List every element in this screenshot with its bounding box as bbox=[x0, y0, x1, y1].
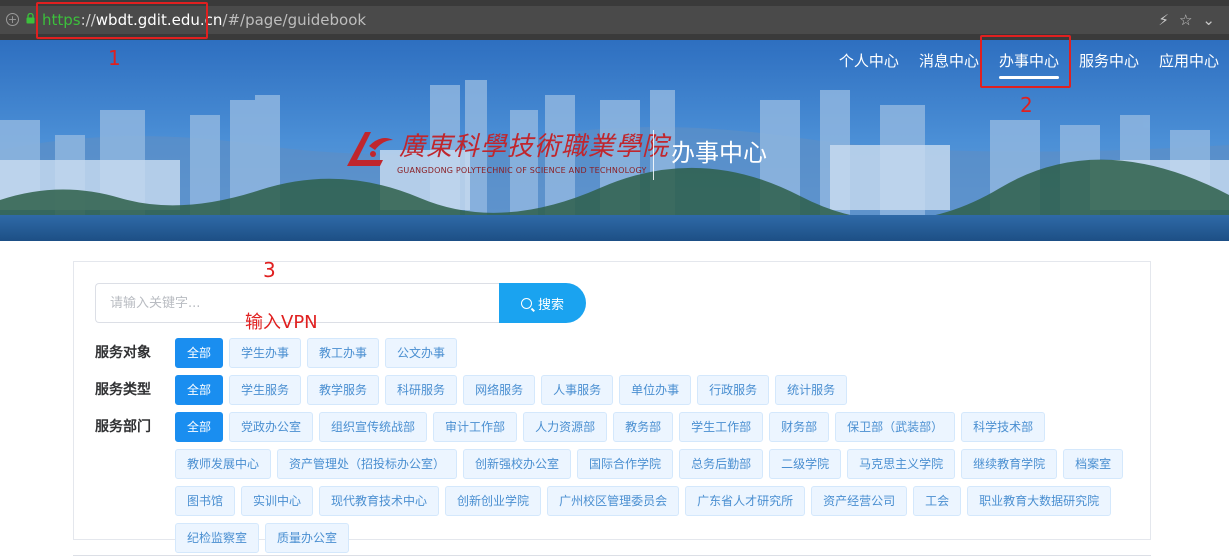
search-icon bbox=[520, 297, 532, 309]
school-name-cn: 廣東科學技術職業學院 bbox=[399, 132, 670, 162]
filter-tag[interactable]: 审计工作部 bbox=[433, 412, 518, 442]
filter-tag[interactable]: 资产经营公司 bbox=[811, 486, 908, 516]
filter-tag[interactable]: 财务部 bbox=[769, 412, 830, 442]
filter-label-type: 服务类型 bbox=[95, 382, 151, 398]
school-emblem-icon bbox=[347, 132, 393, 166]
filter-label-target: 服务对象 bbox=[95, 345, 151, 361]
page-title: 办事中心 bbox=[671, 139, 767, 167]
filter-tag[interactable]: 广州校区管理委员会 bbox=[547, 486, 680, 516]
school-name-en: GUANGDONG POLYTECHNIC OF SCIENCE AND TEC… bbox=[397, 166, 647, 175]
filter-tag[interactable]: 档案室 bbox=[1063, 449, 1124, 479]
url-path: /#/page/guidebook bbox=[222, 11, 367, 29]
nav-item-messages[interactable]: 消息中心 bbox=[909, 40, 989, 82]
annotation-number-2: 2 bbox=[1020, 93, 1033, 117]
filter-tag[interactable]: 行政服务 bbox=[697, 375, 770, 405]
lightning-icon[interactable]: ⚡ bbox=[1158, 10, 1169, 30]
filter-tags-dept: 全部 党政办公室 组织宣传统战部 审计工作部 人力资源部 教务部 学生工作部 财务部 保卫部（武… bbox=[175, 412, 1135, 553]
filter-tag[interactable]: 学生工作部 bbox=[679, 412, 764, 442]
filter-tag[interactable]: 工会 bbox=[913, 486, 962, 516]
filter-tag[interactable]: 公文办事 bbox=[385, 338, 458, 368]
chevron-down-icon[interactable]: ⌄ bbox=[1202, 10, 1215, 30]
filter-tag[interactable]: 保卫部（武装部） bbox=[835, 412, 956, 442]
filter-tag[interactable]: 质量办公室 bbox=[265, 523, 350, 553]
filter-tag[interactable]: 图书馆 bbox=[175, 486, 236, 516]
filter-tag[interactable]: 总务后勤部 bbox=[679, 449, 764, 479]
filter-tag-all[interactable]: 全部 bbox=[175, 338, 224, 368]
filter-tag[interactable]: 继续教育学院 bbox=[961, 449, 1058, 479]
filter-tag-all[interactable]: 全部 bbox=[175, 375, 224, 405]
filter-tag[interactable]: 学生服务 bbox=[229, 375, 302, 405]
filter-tag[interactable]: 资产管理处（招投标办公室） bbox=[277, 449, 458, 479]
filter-tags-type: 全部 学生服务 教学服务 科研服务 网络服务 人事服务 单位办事 行政服务 统计服务 bbox=[175, 375, 1135, 405]
filter-tag[interactable]: 国际合作学院 bbox=[577, 449, 674, 479]
filter-tag[interactable]: 科学技术部 bbox=[961, 412, 1046, 442]
annotation-box-nav bbox=[980, 35, 1071, 88]
filter-target: 服务对象 全部 学生办事 教工办事 公文办事 bbox=[95, 338, 1135, 368]
filter-tag[interactable]: 网络服务 bbox=[463, 375, 536, 405]
annotation-number-1: 1 bbox=[108, 46, 121, 70]
filter-tag[interactable]: 统计服务 bbox=[775, 375, 848, 405]
filter-tag[interactable]: 教务部 bbox=[613, 412, 674, 442]
filter-tag[interactable]: 二级学院 bbox=[769, 449, 842, 479]
annotation-number-3: 3 bbox=[263, 258, 276, 282]
filter-tag[interactable]: 纪检监察室 bbox=[175, 523, 260, 553]
filter-tag[interactable]: 广东省人才研究所 bbox=[685, 486, 806, 516]
filter-tag[interactable]: 党政办公室 bbox=[229, 412, 314, 442]
filter-tag[interactable]: 单位办事 bbox=[619, 375, 692, 405]
filter-tags-target: 全部 学生办事 教工办事 公文办事 bbox=[175, 338, 1135, 368]
divider bbox=[73, 555, 1151, 556]
filter-type: 服务类型 全部 学生服务 教学服务 科研服务 网络服务 人事服务 单位办事 行政服务 统计服务 bbox=[95, 375, 1135, 405]
filter-tag[interactable]: 马克思主义学院 bbox=[847, 449, 956, 479]
filter-tag[interactable]: 学生办事 bbox=[229, 338, 302, 368]
lock-icon bbox=[26, 13, 35, 24]
filter-tag[interactable]: 人力资源部 bbox=[523, 412, 608, 442]
star-icon[interactable]: ☆ bbox=[1179, 10, 1192, 30]
filter-tag[interactable]: 现代教育技术中心 bbox=[319, 486, 440, 516]
search-button[interactable]: 搜索 bbox=[499, 283, 586, 323]
site-info-icon[interactable]: + bbox=[6, 13, 19, 26]
filter-tag[interactable]: 教师发展中心 bbox=[175, 449, 272, 479]
filter-tag[interactable]: 科研服务 bbox=[385, 375, 458, 405]
filter-tag[interactable]: 实训中心 bbox=[241, 486, 314, 516]
logo-divider bbox=[653, 130, 654, 180]
annotation-hint: 输入VPN bbox=[245, 312, 318, 333]
filter-dept: 服务部门 全部 党政办公室 组织宣传统战部 审计工作部 人力资源部 教务部 学生工作部 财务部… bbox=[95, 412, 1135, 553]
filter-tag-all[interactable]: 全部 bbox=[175, 412, 224, 442]
filter-tag[interactable]: 职业教育大数据研究院 bbox=[967, 486, 1112, 516]
filter-tag[interactable]: 创新创业学院 bbox=[445, 486, 542, 516]
search-button-label: 搜索 bbox=[537, 296, 564, 312]
nav-item-personal[interactable]: 个人中心 bbox=[829, 40, 909, 82]
nav-item-services[interactable]: 服务中心 bbox=[1069, 40, 1149, 82]
filter-tag[interactable]: 人事服务 bbox=[541, 375, 614, 405]
filter-tag[interactable]: 教工办事 bbox=[307, 338, 380, 368]
service-filter-card: 搜索 输入VPN 服务对象 全部学生办事教工办事公文办事 服务类型 全部学生服务… bbox=[73, 261, 1151, 553]
nav-item-apps[interactable]: 应用中心 bbox=[1149, 40, 1229, 82]
filter-tag[interactable]: 教学服务 bbox=[307, 375, 380, 405]
annotation-box-url bbox=[36, 2, 208, 39]
filter-label-dept: 服务部门 bbox=[95, 419, 151, 435]
filter-tag[interactable]: 创新强校办公室 bbox=[463, 449, 572, 479]
filter-tag[interactable]: 组织宣传统战部 bbox=[319, 412, 428, 442]
